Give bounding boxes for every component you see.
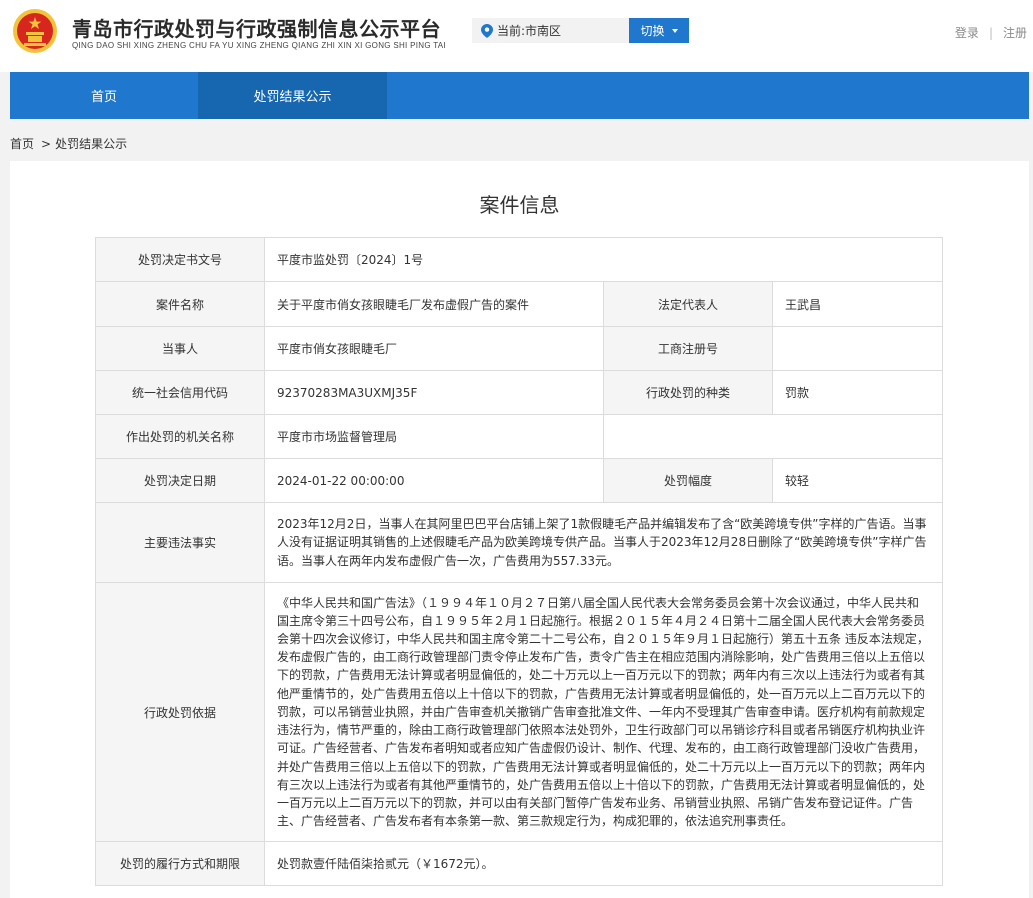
facts-value: 2023年12月2日，当事人在其阿里巴巴平台店铺上架了1款假睫毛产品并编辑发布了…	[264, 502, 943, 583]
legal-rep-value: 王武昌	[772, 281, 943, 327]
table-row: 主要违法事实 2023年12月2日，当事人在其阿里巴巴平台店铺上架了1款假睫毛产…	[95, 502, 943, 583]
national-emblem-icon	[13, 9, 57, 53]
decision-no-label: 处罚决定书文号	[95, 237, 265, 282]
table-row: 统一社会信用代码 92370283MA3UXMJ35F 行政处罚的种类 罚款	[95, 370, 943, 415]
reg-no-value	[772, 326, 943, 371]
location-label: 当前:市南区	[497, 24, 562, 38]
table-row: 处罚的履行方式和期限 处罚款壹仟陆佰柒拾贰元（￥1672元）。	[95, 841, 943, 886]
execution-value: 处罚款壹仟陆佰柒拾贰元（￥1672元）。	[264, 841, 943, 886]
table-row: 案件名称 关于平度市俏女孩眼睫毛厂发布虚假广告的案件 法定代表人 王武昌	[95, 281, 943, 327]
table-row: 当事人 平度市俏女孩眼睫毛厂 工商注册号	[95, 326, 943, 371]
switch-label: 切换	[640, 24, 665, 38]
penalty-type-value: 罚款	[772, 370, 943, 415]
main-nav: 首页 处罚结果公示	[10, 72, 1029, 119]
auth-links: 登录 | 注册	[955, 24, 1027, 41]
facts-label: 主要违法事实	[95, 502, 265, 583]
table-row: 处罚决定日期 2024-01-22 00:00:00 处罚幅度 较轻	[95, 458, 943, 503]
site-title: 青岛市行政处罚与行政强制信息公示平台	[72, 17, 441, 41]
authority-value: 平度市市场监督管理局	[264, 414, 604, 459]
switch-region-button[interactable]: 切换	[629, 18, 689, 43]
login-link[interactable]: 登录	[955, 26, 979, 40]
party-label: 当事人	[95, 326, 265, 371]
case-name-label: 案件名称	[95, 281, 265, 327]
case-name-value: 关于平度市俏女孩眼睫毛厂发布虚假广告的案件	[264, 281, 604, 327]
authority-label: 作出处罚的机关名称	[95, 414, 265, 459]
caret-down-icon	[671, 28, 678, 33]
credit-code-label: 统一社会信用代码	[95, 370, 265, 415]
reg-no-label: 工商注册号	[603, 326, 773, 371]
decision-date-value: 2024-01-22 00:00:00	[264, 458, 604, 503]
empty-cell	[603, 414, 943, 459]
case-info-table: 处罚决定书文号 平度市监处罚〔2024〕1号 案件名称 关于平度市俏女孩眼睫毛厂…	[95, 237, 943, 886]
table-row: 作出处罚的机关名称 平度市市场监督管理局	[95, 414, 943, 459]
decision-no-value: 平度市监处罚〔2024〕1号	[264, 237, 943, 282]
penalty-type-label: 行政处罚的种类	[603, 370, 773, 415]
register-link[interactable]: 注册	[1003, 26, 1027, 40]
party-value: 平度市俏女孩眼睫毛厂	[264, 326, 604, 371]
page-title: 案件信息	[479, 193, 560, 217]
location-pin-icon	[481, 23, 493, 38]
breadcrumb-current: 处罚结果公示	[55, 137, 128, 151]
case-panel: 案件信息 处罚决定书文号 平度市监处罚〔2024〕1号 案件名称 关于平度市俏女…	[10, 161, 1029, 898]
table-row: 行政处罚依据 《中华人民共和国广告法》（１９９４年１０月２７日第八届全国人民代表…	[95, 582, 943, 842]
penalty-range-label: 处罚幅度	[603, 458, 773, 503]
breadcrumb: 首页 > 处罚结果公示	[10, 135, 127, 152]
nav-home[interactable]: 首页	[10, 72, 198, 119]
location-display: 当前:市南区	[472, 18, 630, 43]
site-header: 青岛市行政处罚与行政强制信息公示平台 QING DAO SHI XING ZHE…	[0, 0, 1033, 72]
credit-code-value: 92370283MA3UXMJ35F	[264, 370, 604, 415]
auth-separator: |	[988, 26, 993, 40]
breadcrumb-arrow: >	[41, 137, 52, 151]
table-row: 处罚决定书文号 平度市监处罚〔2024〕1号	[95, 237, 943, 282]
legal-rep-label: 法定代表人	[603, 281, 773, 327]
basis-value: 《中华人民共和国广告法》（１９９４年１０月２７日第八届全国人民代表大会常务委员会…	[264, 582, 943, 842]
breadcrumb-home[interactable]: 首页	[10, 137, 34, 151]
penalty-range-value: 较轻	[772, 458, 943, 503]
site-subtitle: QING DAO SHI XING ZHENG CHU FA YU XING Z…	[72, 41, 446, 50]
decision-date-label: 处罚决定日期	[95, 458, 265, 503]
nav-penalty-results[interactable]: 处罚结果公示	[198, 72, 387, 119]
execution-label: 处罚的履行方式和期限	[95, 841, 265, 886]
basis-label: 行政处罚依据	[95, 582, 265, 842]
